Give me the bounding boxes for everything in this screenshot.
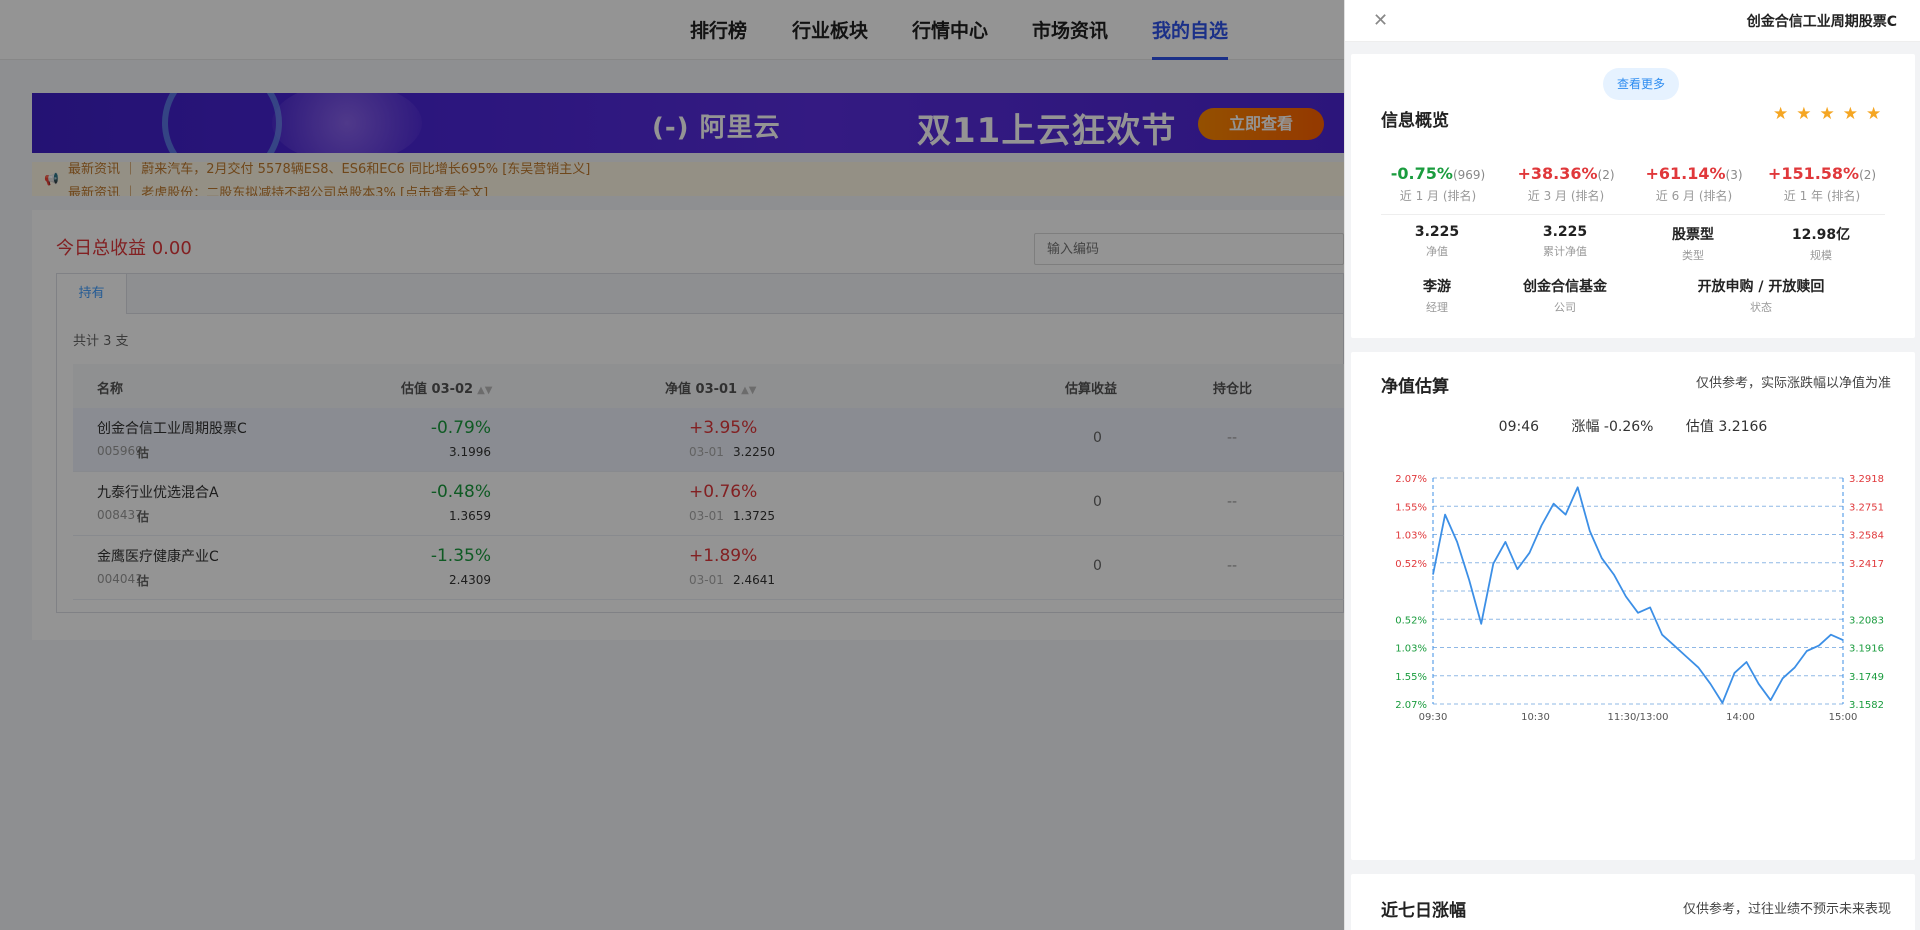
- performance-label: 近 3 月 (排名): [1527, 189, 1605, 203]
- divider: [1381, 214, 1885, 215]
- fact-value: 股票型: [1672, 227, 1714, 243]
- y-tick-label-right: 3.2417: [1849, 559, 1884, 570]
- fact-value: 12.98亿: [1791, 227, 1851, 243]
- rating-stars-icon: ★★★★★: [1773, 104, 1890, 124]
- fact-value: 开放申购 / 开放赎回: [1697, 279, 1825, 295]
- performance-rank: (2): [1597, 168, 1615, 182]
- fact-item: 股票型 类型: [1629, 224, 1757, 263]
- performance-value: +61.14%: [1645, 164, 1726, 183]
- performance-value: +38.36%: [1517, 164, 1598, 183]
- y-tick-label-right: 3.1582: [1849, 700, 1884, 711]
- week-note: 仅供参考，过往业绩不预示未来表现: [1682, 902, 1891, 917]
- fact-value: 3.225: [1414, 224, 1460, 240]
- y-tick-label-right: 3.1749: [1849, 672, 1884, 683]
- view-more-button[interactable]: 查看更多: [1603, 68, 1679, 100]
- y-tick-label-left: 2.07%: [1395, 474, 1427, 485]
- y-tick-label-right: 3.2083: [1849, 615, 1884, 626]
- fact-item: 3.225 净值: [1373, 224, 1501, 259]
- performance-rank: (2): [1859, 168, 1877, 182]
- drawer-header: ✕ 创金合信工业周期股票C: [1345, 0, 1920, 42]
- y-tick-label-left: 2.07%: [1395, 700, 1427, 711]
- fact-item: 12.98亿 规模: [1757, 224, 1885, 263]
- performance-item: +151.58%(2) 近 1 年 (排名): [1757, 164, 1887, 204]
- y-tick-label-right: 3.2584: [1849, 531, 1884, 542]
- y-tick-label-left: 1.55%: [1395, 502, 1427, 513]
- fact-item: 开放申购 / 开放赎回 状态: [1651, 276, 1871, 315]
- week-panel: 近七日涨幅 仅供参考，过往业绩不预示未来表现: [1351, 874, 1915, 930]
- performance-item: +61.14%(3) 近 6 月 (排名): [1629, 164, 1759, 204]
- drawer-title: 创金合信工业周期股票C: [1746, 14, 1897, 30]
- y-tick-label-left: 1.03%: [1395, 531, 1427, 542]
- performance-label: 近 1 年 (排名): [1783, 189, 1861, 203]
- fact-label: 经理: [1426, 301, 1448, 314]
- fund-detail-drawer: ✕ 创金合信工业周期股票C 查看更多 信息概览 ★★★★★ -0.75%(969…: [1344, 0, 1920, 930]
- y-tick-label-left: 1.03%: [1395, 644, 1427, 655]
- y-tick-label-left: 0.52%: [1395, 615, 1427, 626]
- performance-item: -0.75%(969) 近 1 月 (排名): [1373, 164, 1503, 204]
- week-title: 近七日涨幅: [1381, 901, 1466, 921]
- fact-value: 李游: [1423, 279, 1451, 295]
- fact-item: 李游 经理: [1373, 276, 1501, 315]
- y-tick-label-right: 3.2751: [1849, 502, 1884, 513]
- fact-label: 公司: [1554, 301, 1576, 314]
- y-tick-label-right: 3.1916: [1849, 644, 1884, 655]
- fact-label: 累计净值: [1543, 245, 1587, 258]
- fact-label: 规模: [1810, 249, 1832, 262]
- live-estimate: 09:46 涨幅 -0.26% 估值 3.2166: [1351, 416, 1915, 436]
- modal-overlay[interactable]: [0, 0, 1344, 930]
- performance-label: 近 6 月 (排名): [1655, 189, 1733, 203]
- overview-title: 信息概览: [1381, 111, 1449, 131]
- x-tick-label: 11:30/13:00: [1607, 712, 1668, 723]
- fact-value: 3.225: [1542, 224, 1588, 240]
- performance-rank: (3): [1725, 168, 1743, 182]
- performance-value: +151.58%: [1767, 164, 1860, 183]
- fact-value: 创金合信基金: [1523, 279, 1607, 295]
- estimate-panel: 净值估算 仅供参考，实际涨跌幅以净值为准 09:46 涨幅 -0.26% 估值 …: [1351, 352, 1915, 860]
- fact-label: 类型: [1682, 249, 1704, 262]
- live-time: 09:46: [1498, 419, 1540, 435]
- x-tick-label: 15:00: [1829, 712, 1858, 723]
- performance-label: 近 1 月 (排名): [1399, 189, 1477, 203]
- fact-item: 3.225 累计净值: [1501, 224, 1629, 259]
- estimate-line: [1432, 486, 1844, 704]
- y-tick-label-left: 0.52%: [1395, 559, 1427, 570]
- fact-label: 状态: [1750, 301, 1772, 314]
- estimate-title: 净值估算: [1381, 377, 1449, 397]
- performance-value: -0.75%: [1390, 164, 1453, 183]
- live-change: 涨幅 -0.26%: [1571, 419, 1654, 435]
- fact-label: 净值: [1426, 245, 1448, 258]
- performance-rank: (969): [1452, 168, 1486, 182]
- y-tick-label-right: 3.2918: [1849, 474, 1884, 485]
- x-tick-label: 14:00: [1726, 712, 1755, 723]
- close-icon[interactable]: ✕: [1373, 10, 1388, 31]
- overview-panel: 查看更多 信息概览 ★★★★★ -0.75%(969) 近 1 月 (排名) +…: [1351, 54, 1915, 338]
- x-tick-label: 10:30: [1521, 712, 1550, 723]
- intraday-estimate-chart[interactable]: 2.07% 3.2918 1.55% 3.2751 1.03% 3.2584 0.52% 3.…: [1351, 462, 1915, 842]
- estimate-note: 仅供参考，实际涨跌幅以净值为准: [1695, 376, 1891, 391]
- x-tick-label: 09:30: [1419, 712, 1448, 723]
- fact-item: 创金合信基金 公司: [1501, 276, 1629, 315]
- y-tick-label-left: 1.55%: [1395, 672, 1427, 683]
- live-value: 估值 3.2166: [1685, 419, 1768, 435]
- performance-item: +38.36%(2) 近 3 月 (排名): [1501, 164, 1631, 204]
